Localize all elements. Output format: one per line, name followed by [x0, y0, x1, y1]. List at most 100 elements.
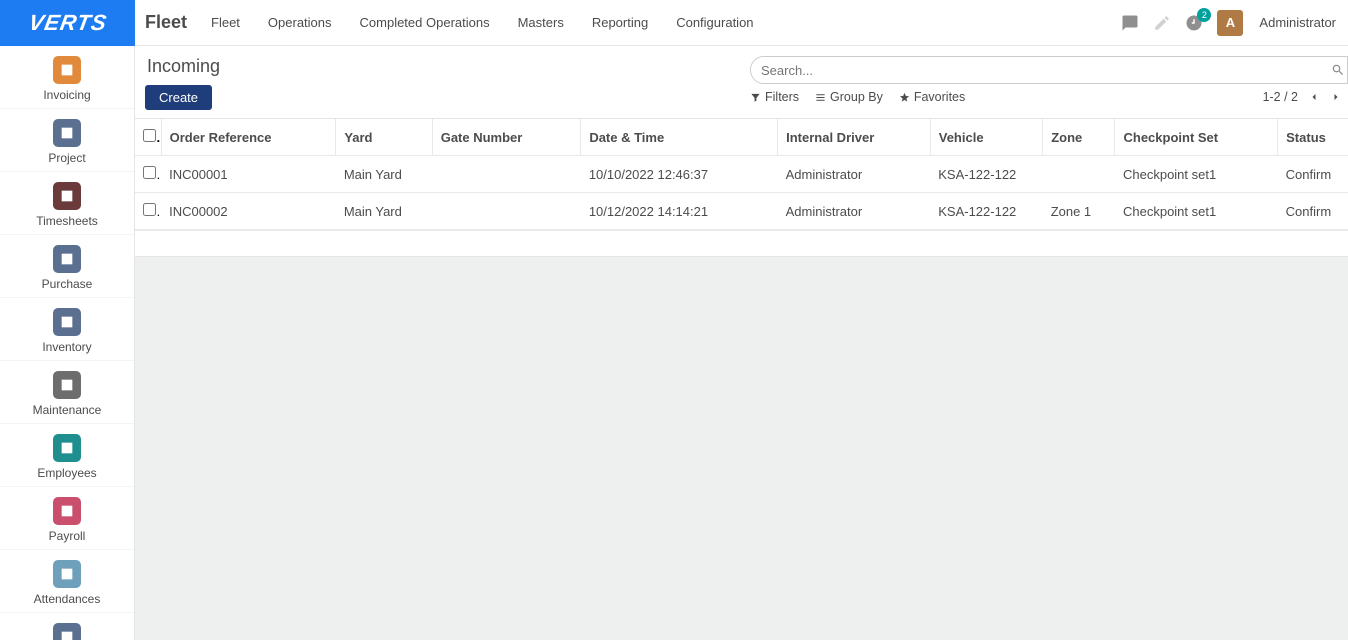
prev-page-button[interactable]	[1308, 91, 1320, 103]
cell-yard: Main Yard	[336, 193, 432, 230]
pager-text: 1-2 / 2	[1263, 90, 1298, 104]
sidebar-item-employees[interactable]: Employees	[0, 424, 134, 487]
logo-text: VERTS	[26, 10, 109, 36]
cell-dt: 10/12/2022 14:14:21	[581, 193, 778, 230]
sidebar-item-label: Attendances	[34, 592, 101, 606]
search-toolbar: Filters Group By Favorites 1-2 /	[750, 90, 1348, 104]
table-footer	[135, 230, 1348, 256]
sidebar-item-recruitment[interactable]: Recruitment	[0, 613, 134, 640]
topbar: VERTS Fleet Fleet Operations Completed O…	[0, 0, 1348, 46]
sidebar-item-inventory[interactable]: Inventory	[0, 298, 134, 361]
messaging-icon[interactable]	[1121, 14, 1139, 32]
sidebar-item-timesheets[interactable]: Timesheets	[0, 172, 134, 235]
app-icon	[53, 245, 81, 273]
groupby-button[interactable]: Group By	[815, 90, 883, 104]
filters-button[interactable]: Filters	[750, 90, 799, 104]
menu-completed[interactable]: Completed Operations	[360, 15, 490, 30]
page-title: Incoming	[145, 56, 220, 77]
table-header-row: Order Reference Yard Gate Number Date & …	[135, 119, 1348, 156]
favorites-button[interactable]: Favorites	[899, 90, 965, 104]
menu-operations[interactable]: Operations	[268, 15, 332, 30]
activity-badge: 2	[1197, 8, 1211, 22]
menu-reporting[interactable]: Reporting	[592, 15, 648, 30]
app-title: Fleet	[135, 0, 205, 45]
edit-icon[interactable]	[1153, 14, 1171, 32]
app-icon	[53, 623, 81, 640]
sidebar-item-label: Inventory	[42, 340, 91, 354]
cell-yard: Main Yard	[336, 156, 432, 193]
sidebar-item-label: Invoicing	[43, 88, 90, 102]
col-yard[interactable]: Yard	[336, 119, 432, 156]
cell-cp: Checkpoint set1	[1115, 193, 1278, 230]
funnel-icon	[750, 92, 761, 103]
systray: 2 A Administrator	[1121, 0, 1348, 45]
col-zone[interactable]: Zone	[1043, 119, 1115, 156]
app-icon	[53, 182, 81, 210]
user-avatar[interactable]: A	[1217, 10, 1243, 36]
app-icon	[53, 56, 81, 84]
next-page-button[interactable]	[1330, 91, 1342, 103]
app-icon	[53, 371, 81, 399]
menu-masters[interactable]: Masters	[518, 15, 564, 30]
col-dt[interactable]: Date & Time	[581, 119, 778, 156]
top-menu: Fleet Operations Completed Operations Ma…	[205, 0, 754, 45]
col-status[interactable]: Status	[1278, 119, 1348, 156]
cell-zone: Zone 1	[1043, 193, 1115, 230]
search-input[interactable]	[751, 57, 1329, 83]
cell-gate	[432, 193, 581, 230]
activity-icon[interactable]: 2	[1185, 14, 1203, 32]
sidebar-item-label: Maintenance	[33, 403, 102, 417]
control-panel: Incoming Create Filters	[135, 46, 1348, 119]
main-content: Incoming Create Filters	[135, 46, 1348, 640]
app-icon	[53, 434, 81, 462]
pager: 1-2 / 2	[1263, 90, 1348, 104]
cell-dt: 10/10/2022 12:46:37	[581, 156, 778, 193]
col-cp[interactable]: Checkpoint Set	[1115, 119, 1278, 156]
app-icon	[53, 560, 81, 588]
list-icon	[815, 92, 826, 103]
search-icon[interactable]	[1329, 57, 1347, 83]
menu-fleet[interactable]: Fleet	[211, 15, 240, 30]
filters-label: Filters	[765, 90, 799, 104]
sidebar-item-purchase[interactable]: Purchase	[0, 235, 134, 298]
app-icon	[53, 308, 81, 336]
cell-vehicle: KSA-122-122	[930, 156, 1042, 193]
app-icon	[53, 497, 81, 525]
col-driver[interactable]: Internal Driver	[778, 119, 931, 156]
row-checkbox[interactable]	[143, 166, 156, 179]
sidebar-item-payroll[interactable]: Payroll	[0, 487, 134, 550]
table-row[interactable]: INC00001Main Yard 10/10/2022 12:46:37Admi…	[135, 156, 1348, 193]
app-icon	[53, 119, 81, 147]
cell-gate	[432, 156, 581, 193]
col-gate[interactable]: Gate Number	[432, 119, 581, 156]
create-button[interactable]: Create	[145, 85, 212, 110]
groupby-label: Group By	[830, 90, 883, 104]
sidebar-item-label: Payroll	[49, 529, 86, 543]
sidebar-item-project[interactable]: Project	[0, 109, 134, 172]
select-all-checkbox[interactable]	[143, 129, 156, 142]
search-wrap	[750, 56, 1348, 84]
cell-driver: Administrator	[778, 193, 931, 230]
sidebar-item-attendances[interactable]: Attendances	[0, 550, 134, 613]
cell-cp: Checkpoint set1	[1115, 156, 1278, 193]
sidebar-item-label: Purchase	[42, 277, 93, 291]
cell-ref: INC00001	[161, 156, 336, 193]
sidebar-item-invoicing[interactable]: Invoicing	[0, 46, 134, 109]
user-name[interactable]: Administrator	[1257, 15, 1340, 30]
favorites-label: Favorites	[914, 90, 965, 104]
logo[interactable]: VERTS	[0, 0, 135, 46]
chevron-right-icon	[1330, 91, 1342, 103]
chevron-left-icon	[1308, 91, 1320, 103]
row-checkbox[interactable]	[143, 203, 156, 216]
cell-driver: Administrator	[778, 156, 931, 193]
select-all-header	[135, 119, 161, 156]
sidebar-item-maintenance[interactable]: Maintenance	[0, 361, 134, 424]
table-row[interactable]: INC00002Main Yard 10/12/2022 14:14:21Admi…	[135, 193, 1348, 230]
cell-ref: INC00002	[161, 193, 336, 230]
sidebar-item-label: Project	[48, 151, 85, 165]
menu-config[interactable]: Configuration	[676, 15, 753, 30]
col-vehicle[interactable]: Vehicle	[930, 119, 1042, 156]
col-ref[interactable]: Order Reference	[161, 119, 336, 156]
table-wrap: Order Reference Yard Gate Number Date & …	[135, 119, 1348, 257]
cell-status: Confirm	[1278, 193, 1348, 230]
